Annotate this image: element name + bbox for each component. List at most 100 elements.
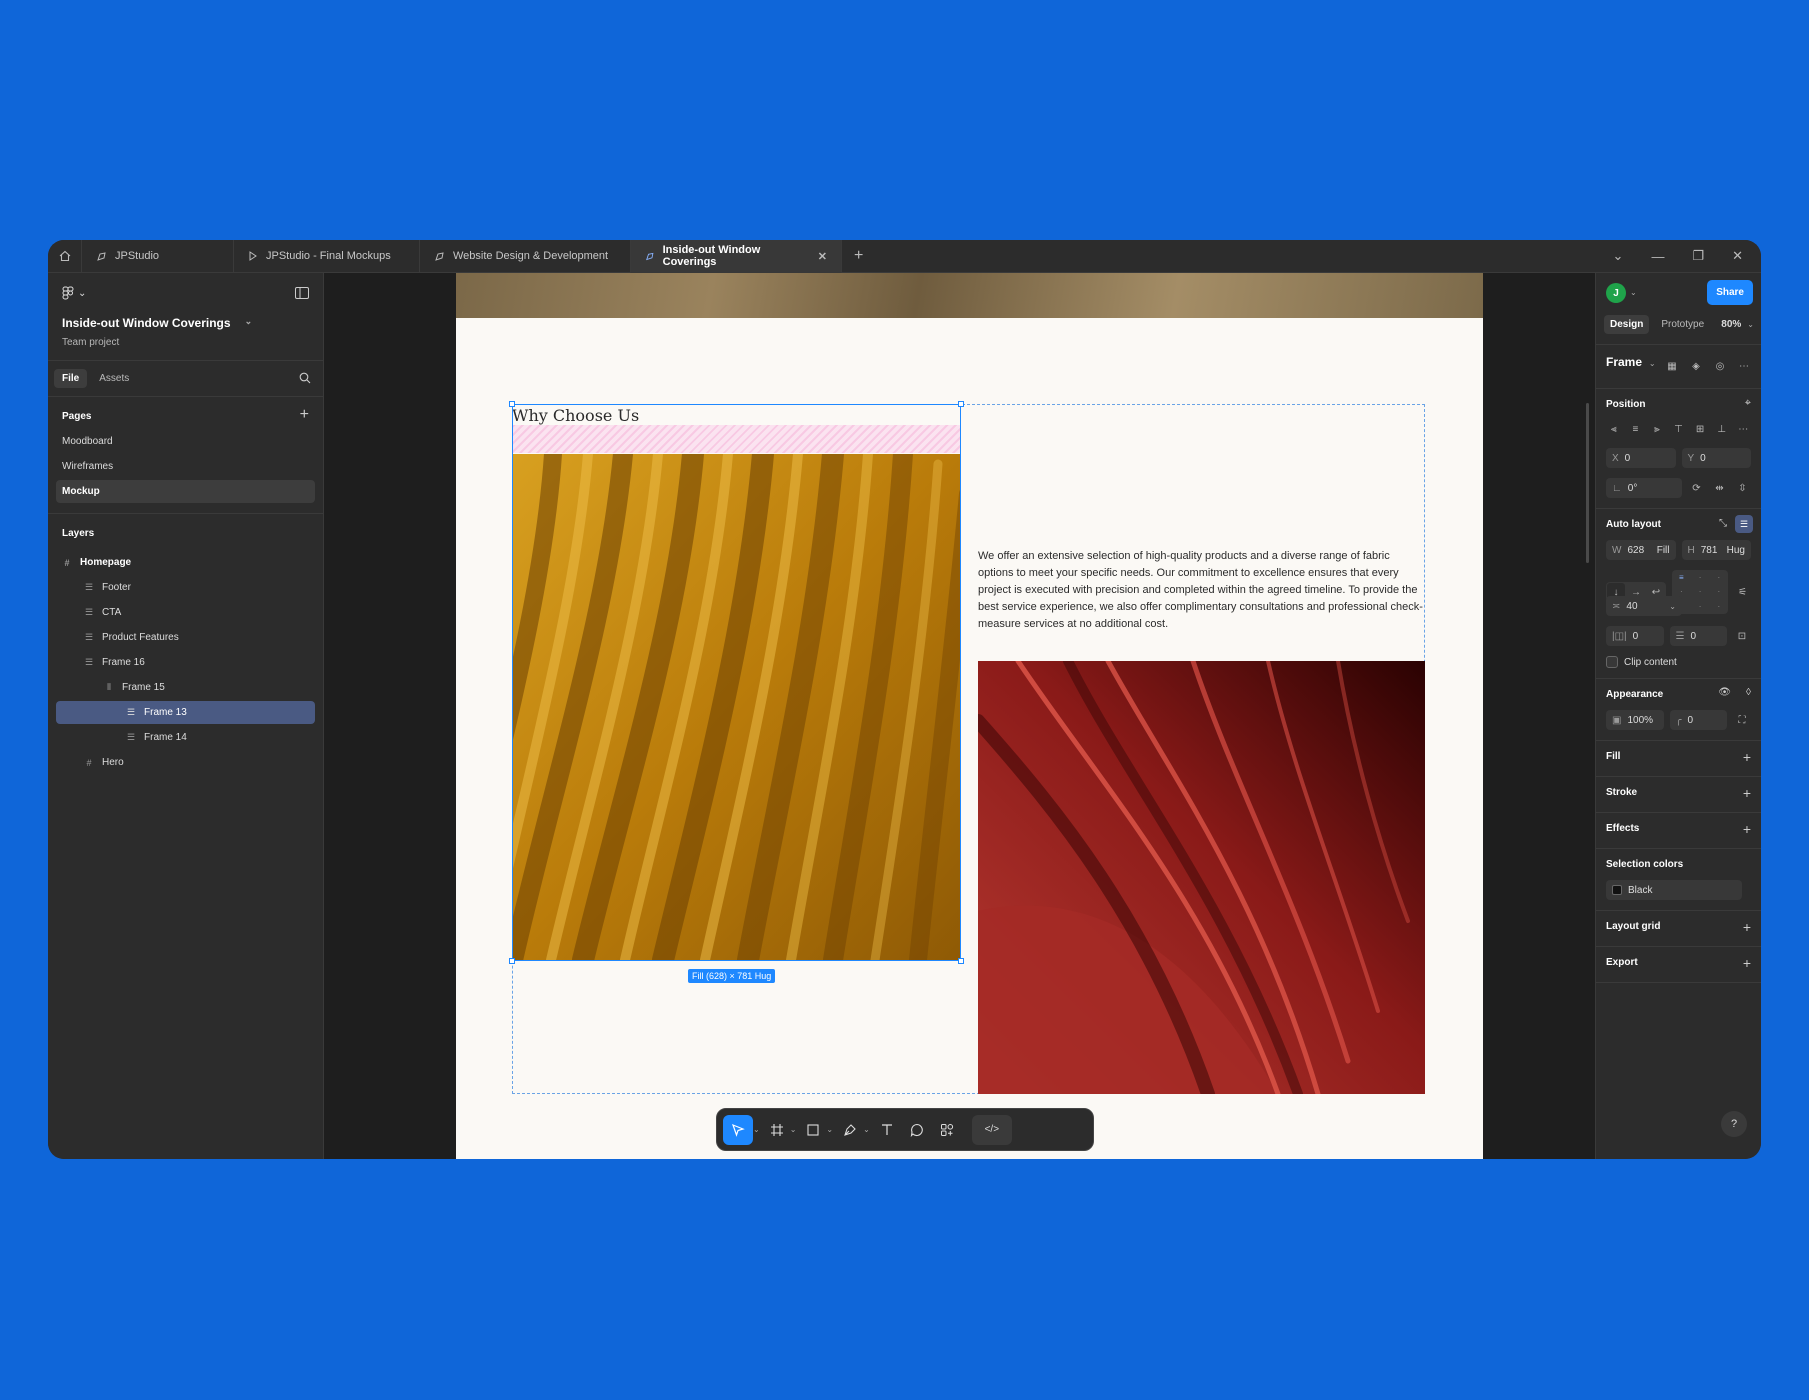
actions-tool-button[interactable] bbox=[934, 1115, 960, 1145]
align-bottom-icon[interactable]: ⊥ bbox=[1714, 420, 1730, 438]
close-tab-icon[interactable]: ✕ bbox=[818, 250, 827, 263]
resize-handle-bl[interactable] bbox=[509, 958, 515, 964]
help-button[interactable]: ? bbox=[1721, 1111, 1747, 1137]
eye-icon[interactable]: 👁 bbox=[1718, 687, 1731, 698]
resize-handle-tl[interactable] bbox=[509, 401, 515, 407]
body-paragraph[interactable]: We offer an extensive selection of high-… bbox=[978, 548, 1428, 633]
tab-jpstudio-final-mockups[interactable]: JPStudio - Final Mockups bbox=[234, 240, 420, 273]
flip-horizontal-icon[interactable]: ⇹ bbox=[1711, 479, 1728, 497]
search-button[interactable] bbox=[299, 371, 311, 389]
tab-website-design[interactable]: Website Design & Development bbox=[420, 240, 631, 273]
padding-vertical-input[interactable]: ☰ 0 bbox=[1669, 626, 1727, 646]
width-input[interactable]: W 628 Fill bbox=[1606, 540, 1676, 560]
add-fill-button[interactable]: + bbox=[1743, 749, 1751, 765]
opacity-input[interactable]: ▣ 100% bbox=[1606, 710, 1664, 730]
artboard-homepage[interactable]: Why Choose Us Fill (628) × 781 Hug We of… bbox=[456, 273, 1483, 1159]
chevron-down-icon[interactable]: ⌄ bbox=[1649, 359, 1656, 368]
add-export-button[interactable]: + bbox=[1743, 955, 1751, 971]
grid-icon[interactable]: ▦ bbox=[1663, 357, 1681, 375]
padding-horizontal-input[interactable]: |◫| 0 bbox=[1606, 626, 1664, 646]
layer-frame-13[interactable]: ☰ Frame 13 bbox=[56, 701, 315, 724]
chevron-down-icon[interactable]: ⌄ bbox=[863, 1125, 870, 1134]
tab-design[interactable]: Design bbox=[1604, 315, 1650, 334]
page-item-mockup[interactable]: Mockup bbox=[56, 480, 315, 503]
mask-icon[interactable]: ◎ bbox=[1711, 357, 1729, 375]
tab-assets[interactable]: Assets bbox=[91, 369, 137, 388]
layer-homepage[interactable]: # Homepage bbox=[56, 551, 315, 574]
new-tab-button[interactable]: + bbox=[842, 247, 875, 265]
minimize-icon[interactable]: — bbox=[1651, 249, 1664, 264]
tab-inside-out-window-coverings[interactable]: Inside-out Window Coverings ✕ bbox=[631, 240, 842, 273]
align-left-icon[interactable]: ⫷ bbox=[1606, 420, 1622, 438]
dev-mode-toggle[interactable]: </> bbox=[971, 1114, 1012, 1145]
chevron-down-icon[interactable]: ⌄ bbox=[826, 1125, 833, 1134]
layer-frame-16[interactable]: ☰ Frame 16 bbox=[56, 651, 315, 674]
layer-frame-15[interactable]: ⫴ Frame 15 bbox=[56, 676, 315, 699]
layer-cta[interactable]: ☰ CTA bbox=[56, 601, 315, 624]
chevron-down-icon[interactable]: ⌄ bbox=[753, 1125, 760, 1134]
toggle-sidebar-button[interactable] bbox=[295, 286, 309, 304]
move-tool-button[interactable] bbox=[723, 1114, 753, 1145]
chevron-down-icon[interactable]: ⌄ bbox=[790, 1125, 797, 1134]
layer-frame-14[interactable]: ☰ Frame 14 bbox=[56, 726, 315, 749]
maximize-icon[interactable]: ❐ bbox=[1692, 248, 1704, 264]
advanced-layout-icon[interactable]: ⚟ bbox=[1734, 583, 1751, 601]
page-item-moodboard[interactable]: Moodboard bbox=[56, 430, 315, 453]
add-layout-grid-button[interactable]: + bbox=[1743, 919, 1751, 935]
collapse-icon[interactable]: ⤡ bbox=[1719, 518, 1727, 529]
layer-hero[interactable]: # Hero bbox=[56, 751, 315, 774]
pen-tool-button[interactable] bbox=[837, 1115, 863, 1145]
chevron-down-icon[interactable]: ⌄ bbox=[1613, 248, 1624, 264]
chevron-down-icon[interactable]: ⌄ bbox=[1747, 320, 1754, 329]
align-middle-icon[interactable]: ⊞ bbox=[1692, 420, 1708, 438]
rotate-icon[interactable]: ⟳ bbox=[1688, 479, 1705, 497]
zoom-level[interactable]: 80% bbox=[1721, 319, 1741, 330]
h-mode[interactable]: Hug bbox=[1727, 545, 1745, 556]
frame-tool-button[interactable] bbox=[764, 1115, 790, 1145]
shape-tool-button[interactable] bbox=[800, 1115, 826, 1145]
expand-corners-icon[interactable]: ⛶ bbox=[1733, 711, 1751, 729]
y-input[interactable]: Y0 bbox=[1681, 448, 1751, 468]
gap-input[interactable]: ≍ 40 ⌄ bbox=[1606, 596, 1682, 616]
share-button[interactable]: Share bbox=[1707, 280, 1753, 305]
corner-radius-input[interactable]: ╭ 0 bbox=[1669, 710, 1727, 730]
chevron-down-icon[interactable]: ⌄ bbox=[1630, 288, 1637, 297]
canvas-scrollbar[interactable] bbox=[1586, 403, 1589, 563]
chevron-down-icon[interactable]: ⌄ bbox=[1669, 602, 1676, 611]
avatar[interactable]: J bbox=[1606, 283, 1626, 303]
blend-mode-icon[interactable]: ◊ bbox=[1746, 687, 1751, 698]
file-title-button[interactable]: Inside-out Window Coverings ⌄ bbox=[62, 316, 252, 330]
individual-padding-icon[interactable]: ⊡ bbox=[1733, 627, 1751, 645]
frame-type-label[interactable]: Frame bbox=[1606, 355, 1642, 369]
red-curtain-image[interactable] bbox=[978, 661, 1425, 1094]
add-stroke-button[interactable]: + bbox=[1743, 785, 1751, 801]
layout-settings-icon[interactable]: ☰ bbox=[1735, 515, 1753, 533]
color-swatch-black[interactable]: Black bbox=[1606, 880, 1742, 900]
add-effect-button[interactable]: + bbox=[1743, 821, 1751, 837]
more-icon[interactable]: ⋯ bbox=[1735, 357, 1753, 375]
target-icon[interactable]: ⌖ bbox=[1745, 397, 1751, 410]
component-icon[interactable]: ◈ bbox=[1687, 357, 1705, 375]
align-right-icon[interactable]: ⫸ bbox=[1649, 420, 1665, 438]
text-tool-button[interactable] bbox=[874, 1115, 900, 1145]
comment-tool-button[interactable] bbox=[904, 1115, 930, 1145]
clip-content-checkbox[interactable] bbox=[1606, 656, 1618, 668]
layer-product-features[interactable]: ☰ Product Features bbox=[56, 626, 315, 649]
home-button[interactable] bbox=[48, 240, 82, 273]
add-page-button[interactable]: + bbox=[300, 406, 309, 424]
main-menu-button[interactable]: ⌄ bbox=[62, 286, 86, 300]
rotation-input[interactable]: ∟ 0° bbox=[1606, 478, 1682, 498]
w-mode[interactable]: Fill bbox=[1657, 545, 1670, 556]
page-item-wireframes[interactable]: Wireframes bbox=[56, 455, 315, 478]
resize-handle-br[interactable] bbox=[958, 958, 964, 964]
x-input[interactable]: X0 bbox=[1606, 448, 1676, 468]
layer-footer[interactable]: ☰ Footer bbox=[56, 576, 315, 599]
flip-vertical-icon[interactable]: ⇳ bbox=[1734, 479, 1751, 497]
align-top-icon[interactable]: ⊤ bbox=[1671, 420, 1687, 438]
tab-prototype[interactable]: Prototype bbox=[1655, 315, 1710, 334]
tab-jpstudio[interactable]: JPStudio bbox=[82, 240, 234, 273]
close-window-icon[interactable]: ✕ bbox=[1732, 248, 1743, 264]
tab-file[interactable]: File bbox=[54, 369, 88, 388]
selected-frame-13[interactable] bbox=[509, 401, 964, 964]
more-icon[interactable]: ⋯ bbox=[1735, 420, 1751, 438]
